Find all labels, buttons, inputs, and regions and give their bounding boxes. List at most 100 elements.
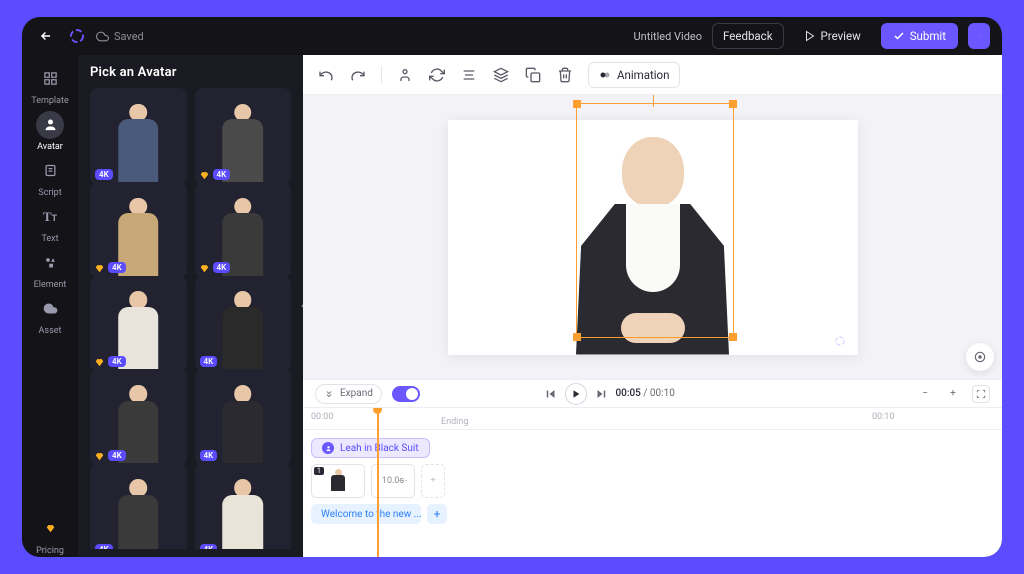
- avatar-card[interactable]: 4K: [195, 369, 292, 466]
- resolution-badge: 4K: [200, 450, 218, 461]
- rail-item-element[interactable]: Element: [24, 247, 76, 291]
- premium-icon: [95, 358, 104, 367]
- crop-avatar-button[interactable]: [396, 66, 414, 84]
- diamond-icon: [46, 524, 55, 533]
- rail-item-template[interactable]: Template: [24, 63, 76, 107]
- submit-dropdown-button[interactable]: [968, 23, 990, 49]
- resolution-badge: 4K: [213, 169, 231, 180]
- play-icon: [804, 30, 816, 42]
- chevron-down-icon: [978, 31, 980, 41]
- avatar-card[interactable]: 4K: [195, 276, 292, 373]
- playback-bar: Expand 00:05 / 00:10 − +: [303, 379, 1002, 407]
- preview-button[interactable]: Preview: [794, 23, 871, 49]
- trash-icon: [557, 67, 573, 83]
- text-icon: TT: [43, 209, 57, 225]
- play-button[interactable]: [565, 383, 587, 405]
- layers-icon: [493, 67, 509, 83]
- play-icon: [571, 389, 581, 399]
- scene-chip[interactable]: Leah in Black Suit: [311, 438, 430, 458]
- zoom-out-button[interactable]: −: [916, 385, 934, 403]
- layers-button[interactable]: [492, 66, 510, 84]
- scene-more-button[interactable]: ⋯: [394, 476, 412, 486]
- back-button[interactable]: [34, 24, 58, 48]
- maximize-icon: [976, 389, 986, 399]
- project-title[interactable]: Untitled Video: [634, 30, 703, 43]
- animation-button[interactable]: Animation: [588, 62, 680, 88]
- undo-button[interactable]: [317, 66, 335, 84]
- premium-icon: [200, 264, 209, 273]
- add-script-button[interactable]: +: [427, 504, 447, 524]
- rail-item-pricing[interactable]: Pricing: [24, 513, 76, 557]
- editor-area: Animation: [303, 55, 1002, 557]
- avatar-card[interactable]: 4K: [90, 369, 187, 466]
- skip-forward-button[interactable]: [595, 388, 607, 400]
- align-icon: [461, 67, 477, 83]
- add-scene-button[interactable]: +: [421, 464, 445, 498]
- canvas[interactable]: [303, 95, 1002, 379]
- avatar-card[interactable]: 4K: [90, 276, 187, 373]
- save-status: Saved: [114, 30, 144, 43]
- avatar-card[interactable]: 4K: [195, 463, 292, 549]
- shapes-icon: [43, 255, 58, 270]
- selection-box[interactable]: [576, 103, 734, 338]
- skip-back-button[interactable]: [545, 388, 557, 400]
- sidebar-rail: Template Avatar Script TT Text Element A…: [22, 55, 78, 557]
- resolution-badge: 4K: [108, 356, 126, 367]
- canvas-toolbar: Animation: [303, 55, 1002, 95]
- zoom-in-button[interactable]: +: [944, 385, 962, 403]
- rail-item-text[interactable]: TT Text: [24, 201, 76, 245]
- premium-icon: [95, 264, 104, 273]
- resolution-badge: 4K: [213, 262, 231, 273]
- expand-icon: [324, 389, 334, 399]
- timeline[interactable]: 00:00 Ending 00:10 Leah in Black Suit 1: [303, 407, 1002, 557]
- copy-icon: [525, 67, 541, 83]
- rail-item-asset[interactable]: Asset: [24, 293, 76, 337]
- align-button[interactable]: [460, 66, 478, 84]
- submit-button[interactable]: Submit: [881, 23, 958, 49]
- redo-button[interactable]: [349, 66, 367, 84]
- avatar-card[interactable]: 4K: [195, 88, 292, 185]
- resolution-badge: 4K: [200, 544, 218, 549]
- resolution-badge: 4K: [95, 544, 113, 549]
- scene-thumbnail[interactable]: 1: [311, 464, 365, 498]
- resolution-badge: 4K: [200, 356, 218, 367]
- avatar-panel: Pick an Avatar 4K 4K 4K 4K 4K 4K 4K 4K 4K 4K: [78, 55, 303, 557]
- refresh-icon: [429, 67, 445, 83]
- redo-icon: [350, 67, 366, 83]
- avatar-card[interactable]: 4K: [90, 463, 187, 549]
- timeline-ruler[interactable]: 00:00 Ending 00:10: [303, 408, 1002, 430]
- loop-toggle[interactable]: [392, 386, 420, 402]
- premium-icon: [95, 452, 104, 461]
- copy-button[interactable]: [524, 66, 542, 84]
- avatar-card[interactable]: 4K: [195, 182, 292, 279]
- delete-button[interactable]: [556, 66, 574, 84]
- watermark: [834, 335, 846, 347]
- expand-toggle[interactable]: Expand: [315, 384, 382, 404]
- script-icon: [43, 163, 58, 178]
- premium-icon: [200, 171, 209, 180]
- rail-item-script[interactable]: Script: [24, 155, 76, 199]
- user-icon: [43, 117, 58, 132]
- resolution-badge: 4K: [108, 450, 126, 461]
- zoom-fab-button[interactable]: [966, 343, 994, 371]
- resolution-badge: 4K: [95, 169, 113, 180]
- avatar-grid[interactable]: 4K 4K 4K 4K 4K 4K 4K 4K 4K 4K: [90, 88, 295, 549]
- ending-label: Ending: [441, 413, 571, 427]
- feedback-button[interactable]: Feedback: [712, 23, 783, 49]
- replace-button[interactable]: [428, 66, 446, 84]
- avatar-card[interactable]: 4K: [90, 182, 187, 279]
- brand-logo: [68, 27, 86, 45]
- playhead[interactable]: [377, 408, 379, 557]
- panel-title: Pick an Avatar: [90, 65, 295, 80]
- avatar-card[interactable]: 4K: [90, 88, 187, 185]
- top-bar: Saved Untitled Video Feedback Preview Su…: [22, 17, 1002, 55]
- target-icon: [973, 350, 987, 364]
- zoom-fit-button[interactable]: [972, 385, 990, 403]
- rail-item-avatar[interactable]: Avatar: [24, 109, 76, 153]
- check-icon: [893, 30, 905, 42]
- cloud-upload-icon: [43, 301, 58, 316]
- resolution-badge: 4K: [108, 262, 126, 273]
- time-display: 00:05 / 00:10: [615, 388, 674, 399]
- script-chip[interactable]: Welcome to the new ...: [311, 504, 421, 524]
- cloud-icon: [96, 30, 109, 43]
